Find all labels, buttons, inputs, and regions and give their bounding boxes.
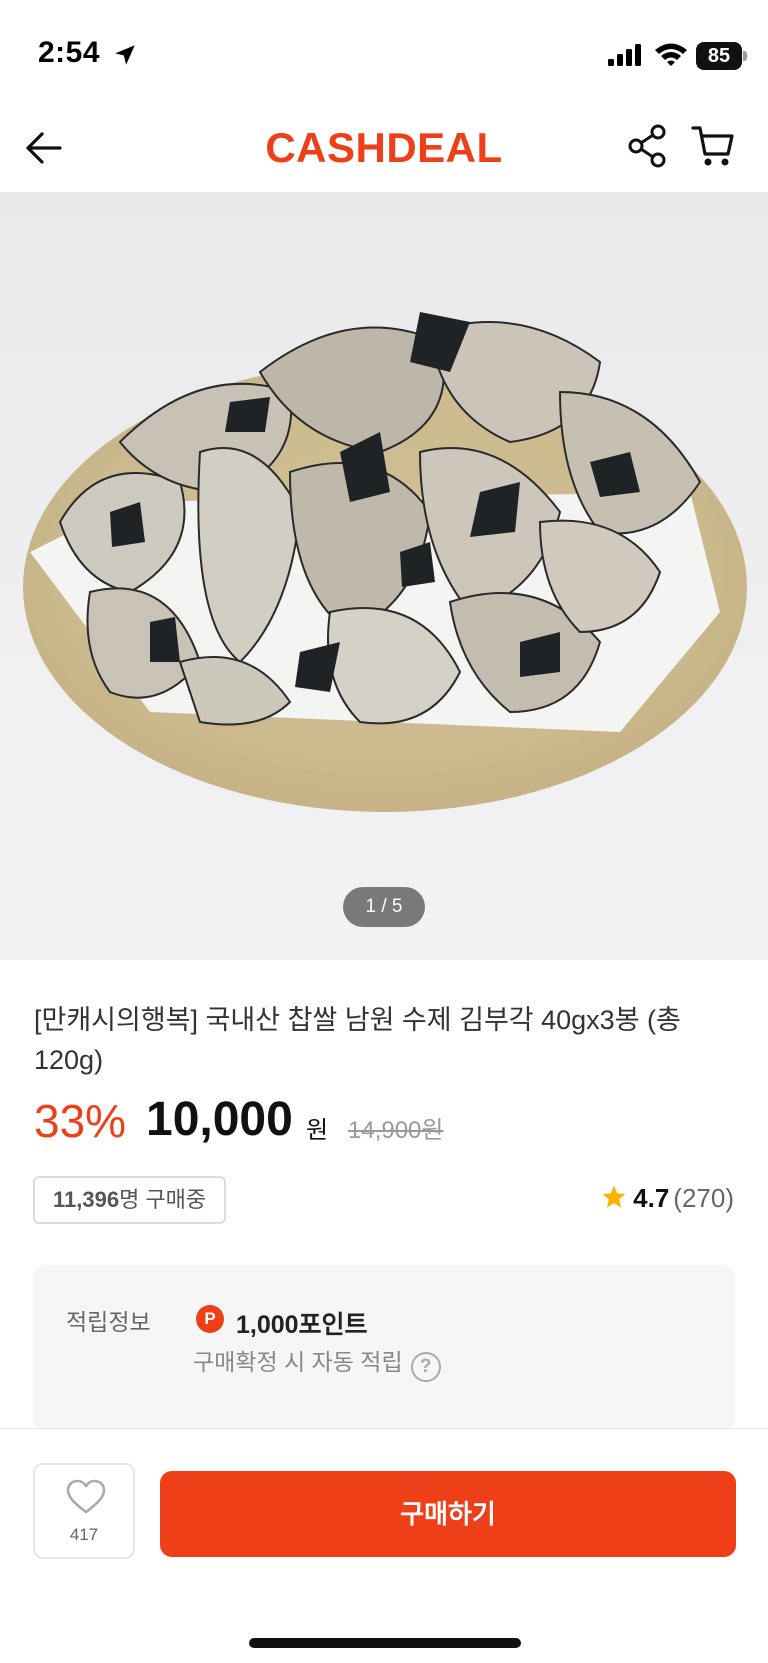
battery-indicator: 85 [696,42,747,70]
wifi-icon [655,43,687,66]
sale-price: 10,000 [146,1093,293,1146]
point-badge-icon: P [196,1305,224,1333]
review-count: (270) [673,1183,734,1213]
rating[interactable]: 4.7 (270) [601,1183,734,1214]
buy-button[interactable]: 구매하기 [160,1471,736,1557]
price-unit: 원 [306,1117,329,1144]
help-icon[interactable]: ? [410,1352,441,1382]
product-photo-illustration [23,312,747,812]
discount-rate: 33% [34,1095,127,1147]
battery-level: 85 [696,42,742,70]
back-arrow-icon[interactable] [22,126,66,170]
battery-tip [743,51,747,61]
home-indicator[interactable] [249,1638,521,1648]
points-note-text: 구매확정 시 자동 적립 [193,1349,403,1375]
points-info-box: 적립정보 P 1,000포인트 구매확정 시 자동 적립? [33,1265,735,1430]
status-bar: 2:54 85 [0,0,768,110]
signal-icon [608,44,641,66]
wish-count: 417 [69,1525,99,1544]
buyers-suffix: 명 구매중 [119,1187,207,1212]
heart-icon [66,1479,106,1514]
status-time: 2:54 [38,36,101,69]
points-amount: 1,000포인트 [236,1311,368,1339]
share-icon[interactable] [626,122,670,170]
star-icon [602,1185,626,1208]
wish-button[interactable]: 417 [33,1463,135,1559]
original-price: 14,900원 [348,1117,444,1144]
points-note: 구매확정 시 자동 적립? [193,1343,441,1382]
cart-icon[interactable] [690,122,736,170]
product-title: [만캐시의행복] 국내산 찹쌀 남원 수제 김부각 40gx3봉 (총 120g… [34,1005,681,1075]
buyers-badge: 11,396명 구매중 [33,1176,227,1224]
image-pager: 1 / 5 [343,887,425,927]
points-label: 적립정보 [66,1309,151,1335]
buyers-count: 11,396 [53,1187,120,1212]
rating-value: 4.7 [633,1183,670,1213]
product-image[interactable] [0,192,768,960]
app-header: CASHDEAL [0,110,768,192]
location-arrow-icon [115,45,135,65]
bottom-action-bar: 417 구매하기 [0,1428,768,1663]
